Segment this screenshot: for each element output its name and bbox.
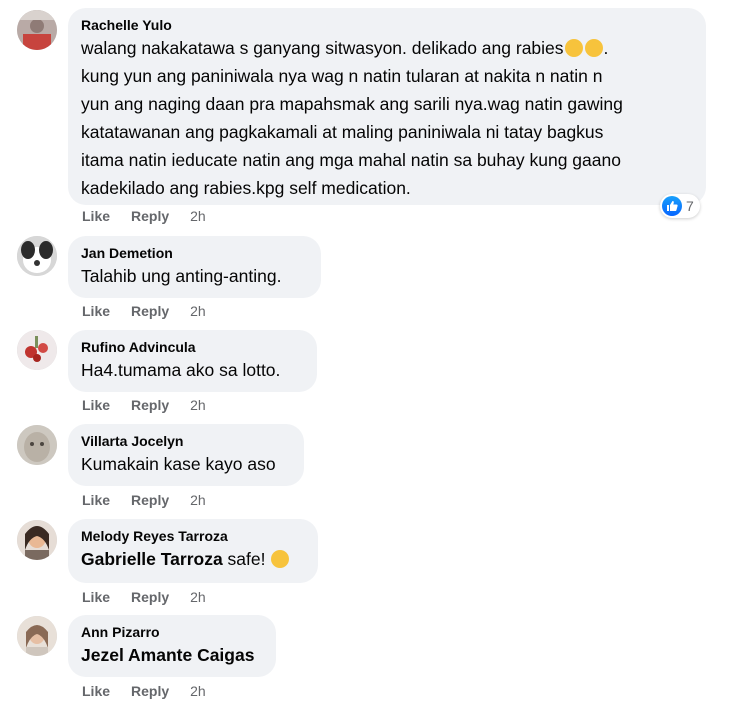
like-button[interactable]: Like — [82, 683, 110, 699]
like-button[interactable]: Like — [82, 303, 110, 319]
comment-author[interactable]: Rachelle Yulo — [81, 16, 693, 34]
comment-text-part: walang nakakatawa s ganyang sitwasyon. d… — [81, 38, 564, 58]
comment-text: Ha4.tumama ako sa lotto. — [81, 360, 281, 380]
comment-actions: Like Reply 2h — [82, 683, 206, 699]
comment-actions: Like Reply 2h — [82, 492, 206, 508]
timestamp[interactable]: 2h — [190, 492, 206, 508]
comment-author[interactable]: Rufino Advincula — [81, 338, 304, 356]
comment-bubble: Ann Pizarro Jezel Amante Caigas — [68, 615, 276, 677]
like-button[interactable]: Like — [82, 397, 110, 413]
comment-thread: Rachelle Yulo walang nakakatawa s ganyan… — [0, 0, 750, 707]
reaction-count: 7 — [686, 198, 694, 214]
reply-button[interactable]: Reply — [131, 492, 169, 508]
comment-bubble: Melody Reyes Tarroza Gabrielle Tarroza s… — [68, 519, 318, 583]
timestamp[interactable]: 2h — [190, 208, 206, 224]
comment-actions: Like Reply 2h — [82, 303, 206, 319]
comment-actions: Like Reply 2h — [82, 208, 206, 224]
comment-author[interactable]: Villarta Jocelyn — [81, 432, 291, 450]
avatar[interactable] — [17, 236, 57, 276]
mention-link[interactable]: Jezel Amante Caigas — [81, 645, 254, 665]
timestamp[interactable]: 2h — [190, 589, 206, 605]
timestamp[interactable]: 2h — [190, 397, 206, 413]
timestamp[interactable]: 2h — [190, 303, 206, 319]
comment-text: Talahib ung anting-anting. — [81, 266, 282, 286]
comment-bubble: Villarta Jocelyn Kumakain kase kayo aso — [68, 424, 304, 486]
reply-button[interactable]: Reply — [131, 303, 169, 319]
comment-text-part: kung yun ang paniniwala nya wag n natin … — [81, 66, 623, 198]
avatar[interactable] — [17, 616, 57, 656]
comment-author[interactable]: Ann Pizarro — [81, 623, 263, 641]
comment-bubble: Rachelle Yulo walang nakakatawa s ganyan… — [68, 8, 706, 205]
comment-author[interactable]: Jan Demetion — [81, 244, 308, 262]
comment-text-part: safe! — [222, 549, 271, 569]
thumbs-up-icon — [662, 196, 682, 216]
comment-bubble: Rufino Advincula Ha4.tumama ako sa lotto… — [68, 330, 317, 392]
comment-text-part: . — [603, 38, 609, 58]
avatar[interactable] — [17, 10, 57, 50]
comment-author[interactable]: Melody Reyes Tarroza — [81, 527, 305, 545]
reply-button[interactable]: Reply — [131, 397, 169, 413]
comment-text: Kumakain kase kayo aso — [81, 454, 276, 474]
reply-button[interactable]: Reply — [131, 589, 169, 605]
avatar[interactable] — [17, 330, 57, 370]
crying-face-emoji-icon — [584, 39, 603, 57]
reaction-summary[interactable]: 7 — [660, 194, 700, 218]
comment-text: Gabrielle Tarroza safe! — [81, 545, 305, 573]
mention-link[interactable]: Gabrielle Tarroza — [81, 549, 223, 569]
reply-button[interactable]: Reply — [131, 683, 169, 699]
timestamp[interactable]: 2h — [190, 683, 206, 699]
comment-bubble: Jan Demetion Talahib ung anting-anting. — [68, 236, 321, 298]
comment-actions: Like Reply 2h — [82, 397, 206, 413]
like-button[interactable]: Like — [82, 208, 110, 224]
reply-button[interactable]: Reply — [131, 208, 169, 224]
comment-text: Jezel Amante Caigas — [81, 641, 263, 669]
like-button[interactable]: Like — [82, 492, 110, 508]
avatar[interactable] — [17, 425, 57, 465]
comment-text: walang nakakatawa s ganyang sitwasyon. d… — [81, 34, 693, 202]
comment-actions: Like Reply 2h — [82, 589, 206, 605]
crying-face-emoji-icon — [564, 39, 583, 57]
weary-face-emoji-icon — [271, 550, 290, 568]
like-button[interactable]: Like — [82, 589, 110, 605]
avatar[interactable] — [17, 520, 57, 560]
